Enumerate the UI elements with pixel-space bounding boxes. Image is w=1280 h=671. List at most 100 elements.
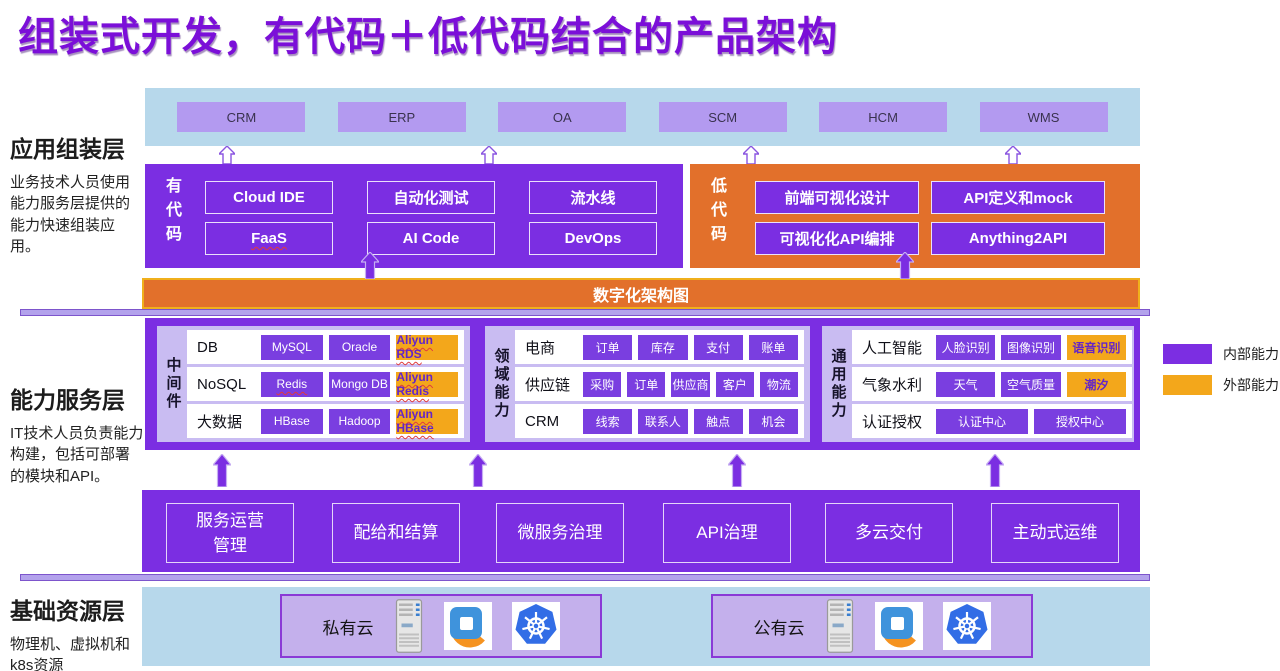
- external-capability-swatch: [1163, 375, 1212, 395]
- up-arrow-icon: [469, 454, 487, 487]
- chip-image-recognition: 图像识别: [1001, 335, 1060, 360]
- chip-face-recognition: 人脸识别: [936, 335, 995, 360]
- lowcode-side-label: 低代码: [704, 177, 728, 249]
- crm-row: CRM 线索 联系人 触点 机会: [515, 404, 804, 438]
- layer-app-desc: 业务技术人员使用能力服务层提供的能力快速组装应用。: [10, 172, 144, 257]
- legend-internal: 内部能力: [1163, 344, 1279, 364]
- chip-hbase: HBase: [261, 409, 323, 434]
- procode-chip-pipeline: 流水线: [529, 181, 657, 214]
- weather-row: 气象水利 天气 空气质量 潮汐: [852, 367, 1132, 401]
- capability-section: 中间件 DB MySQL Oracle Aliyun RDS NoSQL Red…: [145, 318, 1140, 450]
- chip-mysql: MySQL: [261, 335, 323, 360]
- app-box-scm: SCM: [659, 102, 787, 132]
- middleware-db-row: DB MySQL Oracle Aliyun RDS: [187, 330, 464, 364]
- chip-opportunity: 机会: [749, 409, 798, 434]
- up-arrow-icon: [1005, 146, 1021, 164]
- up-arrow-icon: [213, 454, 231, 487]
- chip-contact: 联系人: [638, 409, 687, 434]
- service-box-operation-mgmt: 服务运营管理: [166, 503, 294, 563]
- cloud-label: 公有云: [754, 614, 805, 639]
- service-box-proactive-ops: 主动式运维: [991, 503, 1119, 563]
- chip-logistics: 物流: [760, 372, 798, 397]
- procode-section: 有代码 Cloud IDE 自动化测试 流水线 FaaS AI Code Dev…: [145, 164, 683, 268]
- auth-row: 认证授权 认证中心 授权中心: [852, 404, 1132, 438]
- layer-capability-desc: IT技术人员负责能力构建，包括可部署的模块和API。: [10, 423, 144, 487]
- chip-lead: 线索: [583, 409, 632, 434]
- category-label: 气象水利: [862, 374, 928, 395]
- chip-tide: 潮汐: [1067, 372, 1126, 397]
- chip-order: 订单: [627, 372, 665, 397]
- kubernetes-icon: [512, 602, 560, 650]
- category-label: 人工智能: [862, 337, 928, 358]
- chip-mongodb: Mongo DB: [329, 372, 391, 397]
- chip-auth-center: 认证中心: [936, 409, 1028, 434]
- layer-infra-desc: 物理机、虚拟机和k8s资源: [10, 634, 144, 671]
- chip-redis: Redis: [261, 372, 323, 397]
- chip-hadoop: Hadoop: [329, 409, 391, 434]
- lowcode-chip-anything2api: Anything2API: [931, 222, 1105, 255]
- chip-air-quality: 空气质量: [1001, 372, 1060, 397]
- connector-band: [20, 574, 1150, 581]
- chip-weather: 天气: [936, 372, 995, 397]
- middleware-nosql-row: NoSQL Redis Mongo DB Aliyun Redis: [187, 367, 464, 401]
- legend-label: 内部能力: [1223, 344, 1279, 364]
- chip-procurement: 采购: [583, 372, 621, 397]
- chip-supplier: 供应商: [671, 372, 709, 397]
- legend: 内部能力 外部能力: [1163, 344, 1279, 406]
- category-label: 认证授权: [862, 411, 928, 432]
- general-side-label: 通用能力: [824, 330, 852, 438]
- chip-bill: 账单: [749, 335, 798, 360]
- layer-infra-heading: 基础资源层: [10, 592, 144, 626]
- ecommerce-row: 电商 订单 库存 支付 账单: [515, 330, 804, 364]
- procode-chip-ai-code: AI Code: [367, 222, 495, 255]
- infrastructure-band: 私有云 公有云: [142, 587, 1150, 666]
- vmware-icon: [444, 602, 492, 650]
- chip-payment: 支付: [694, 335, 743, 360]
- layer-capability-heading: 能力服务层: [10, 381, 144, 415]
- category-label: DB: [197, 339, 253, 356]
- lowcode-section: 低代码 前端可视化设计 API定义和mock 可视化化API编排 Anythin…: [690, 164, 1140, 268]
- server-icon: [394, 598, 424, 654]
- procode-chip-cloud-ide: Cloud IDE: [205, 181, 333, 214]
- private-cloud-box: 私有云: [280, 594, 602, 658]
- middleware-bigdata-row: 大数据 HBase Hadoop Aliyun HBase: [187, 404, 464, 438]
- app-box-crm: CRM: [177, 102, 305, 132]
- up-arrow-icon: [743, 146, 759, 164]
- chip-oracle: Oracle: [329, 335, 391, 360]
- domain-side-label: 领域能力: [487, 330, 515, 438]
- lowcode-chip-frontend-design: 前端可视化设计: [755, 181, 919, 214]
- internal-capability-swatch: [1163, 344, 1212, 364]
- layer-app-label: 应用组装层 业务技术人员使用能力服务层提供的能力快速组装应用。: [10, 130, 144, 257]
- category-label: 大数据: [197, 411, 253, 432]
- up-arrow-icon: [219, 146, 235, 164]
- category-label: CRM: [525, 413, 575, 430]
- procode-chip-auto-test: 自动化测试: [367, 181, 495, 214]
- up-arrow-icon: [896, 252, 914, 279]
- service-box-api-governance: API治理: [663, 503, 791, 563]
- chip-aliyun-redis: Aliyun Redis: [396, 372, 458, 397]
- application-band: CRM ERP OA SCM HCM WMS: [145, 88, 1140, 146]
- lowcode-chip-api-orchestration: 可视化化API编排: [755, 222, 919, 255]
- chip-aliyun-rds: Aliyun RDS: [396, 335, 458, 360]
- chip-speech-recognition: 语音识别: [1067, 335, 1126, 360]
- category-label: NoSQL: [197, 376, 253, 393]
- app-box-oa: OA: [498, 102, 626, 132]
- supply-chain-row: 供应链 采购 订单 供应商 客户 物流: [515, 367, 804, 401]
- layer-capability-label: 能力服务层 IT技术人员负责能力构建，包括可部署的模块和API。: [10, 381, 144, 487]
- public-cloud-box: 公有云: [711, 594, 1033, 658]
- domain-capability-panel: 领域能力 电商 订单 库存 支付 账单 供应链 采购 订单: [485, 326, 810, 442]
- ai-row: 人工智能 人脸识别 图像识别 语音识别: [852, 330, 1132, 364]
- legend-label: 外部能力: [1223, 375, 1279, 395]
- legend-external: 外部能力: [1163, 375, 1279, 395]
- service-box-allocation-settlement: 配给和结算: [332, 503, 460, 563]
- middleware-side-label: 中间件: [159, 330, 187, 438]
- chip-aliyun-hbase: Aliyun HBase: [396, 409, 458, 434]
- chip-order: 订单: [583, 335, 632, 360]
- app-box-wms: WMS: [980, 102, 1108, 132]
- page-title: 组装式开发，有代码＋低代码结合的产品架构: [18, 4, 838, 62]
- layer-infra-label: 基础资源层 物理机、虚拟机和k8s资源: [10, 592, 144, 671]
- chip-inventory: 库存: [638, 335, 687, 360]
- general-capability-panel: 通用能力 人工智能 人脸识别 图像识别 语音识别 气象水利 天气 空气质量 潮汐: [822, 326, 1134, 442]
- procode-chip-devops: DevOps: [529, 222, 657, 255]
- up-arrow-icon: [986, 454, 1004, 487]
